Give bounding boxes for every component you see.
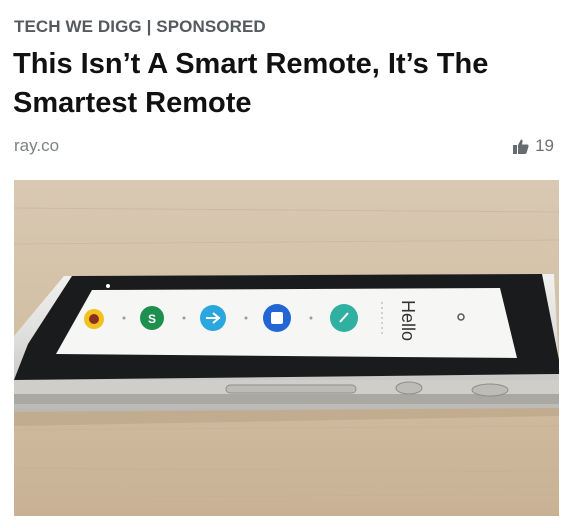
svg-text:S: S xyxy=(148,312,156,326)
thumbs-up-icon xyxy=(513,139,529,154)
article-meta: ray.co 19 xyxy=(14,136,554,160)
like-button[interactable]: 19 xyxy=(513,136,554,156)
sponsored-article-card[interactable]: TECH WE DIGG | SPONSORED This Isn’t A Sm… xyxy=(0,0,572,528)
like-count: 19 xyxy=(535,136,554,155)
source-domain[interactable]: ray.co xyxy=(14,136,59,156)
sponsor-label: TECH WE DIGG | SPONSORED xyxy=(14,17,266,36)
article-title[interactable]: This Isn’t A Smart Remote, It’s The Smar… xyxy=(13,45,558,123)
article-image[interactable]: S Hello xyxy=(14,180,559,516)
screen-hello-text: Hello xyxy=(398,300,418,341)
phone-remote-photo: S Hello xyxy=(14,180,559,516)
